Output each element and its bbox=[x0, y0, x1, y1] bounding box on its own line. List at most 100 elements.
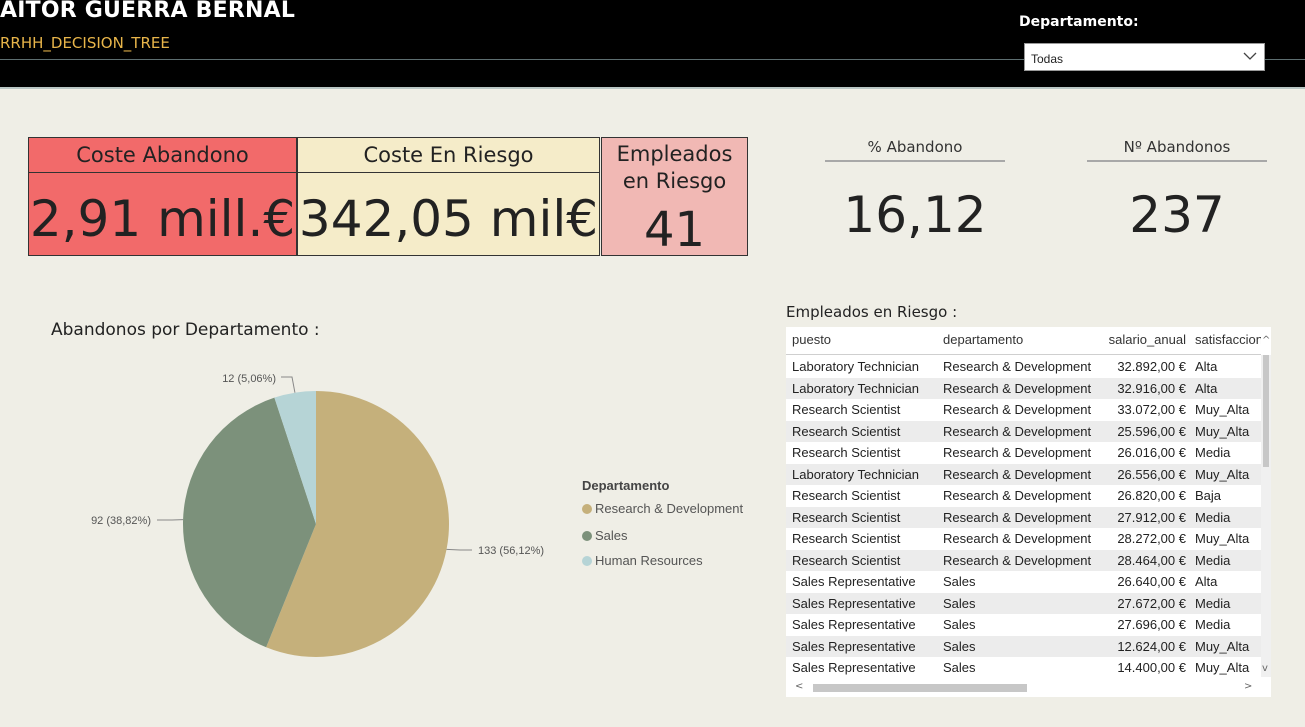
table-row[interactable]: Sales Representative Sales 27.696,00 € Medi… bbox=[786, 614, 1261, 636]
n-abandonos-value: 237 bbox=[1129, 186, 1225, 244]
legend-dot-icon bbox=[582, 503, 592, 514]
table-cell-puesto: Sales Representative bbox=[792, 638, 916, 654]
table-row[interactable]: Research Scientist Research & Development… bbox=[786, 420, 1261, 442]
column-header-salario[interactable]: salario_anual bbox=[1086, 332, 1186, 347]
table-cell-puesto: Laboratory Technician bbox=[792, 359, 919, 374]
pie-data-label: 133 (56,12%) bbox=[478, 545, 544, 557]
table-row[interactable]: Sales Representative Sales 14.400,00 € Muy_… bbox=[786, 657, 1261, 679]
legend-label: Human Resources bbox=[595, 553, 703, 568]
scroll-up-icon[interactable]: ^ bbox=[1262, 335, 1270, 346]
n-abandonos-underline bbox=[1087, 160, 1267, 162]
column-header-departamento[interactable]: departamento bbox=[943, 332, 1103, 347]
table-cell-satisfaccion: Baja bbox=[1195, 488, 1222, 503]
department-filter-value: Todas bbox=[1031, 52, 1064, 66]
abandonos-pie-chart: 133 (56,12%) 92 (38,82%) 12 (5,06%) bbox=[91, 373, 544, 657]
report-subtitle: RRHH_DECISION_TREE bbox=[0, 34, 170, 52]
legend-label: Research & Development bbox=[595, 501, 744, 516]
legend-dot-icon bbox=[582, 530, 592, 541]
empleados-riesgo-label: Empleados en Riesgo bbox=[602, 141, 747, 195]
department-filter-dropdown[interactable]: Todas bbox=[1024, 43, 1265, 71]
table-cell-salario_anual: 32.916,00 € bbox=[1117, 380, 1186, 396]
coste-riesgo-card: Coste En Riesgo 342,05 mil€ bbox=[297, 137, 600, 256]
table-cell-salario_anual: 12.624,00 € bbox=[1117, 638, 1186, 654]
pie-data-label: 92 (38,82%) bbox=[91, 515, 151, 527]
table-row[interactable]: Research Scientist Research & Development… bbox=[786, 528, 1261, 550]
pie-chart-title: Abandonos por Departamento : bbox=[51, 320, 320, 340]
table-cell-satisfaccion: Alta bbox=[1195, 574, 1218, 589]
table-cell-departamento: Research & Development bbox=[943, 359, 1092, 374]
scroll-left-icon[interactable]: < bbox=[795, 681, 803, 692]
table-row[interactable]: Sales Representative Sales 12.624,00 € Muy_… bbox=[786, 635, 1261, 657]
table-row[interactable]: Research Scientist Research & Development… bbox=[786, 399, 1261, 421]
table-cell-satisfaccion: Alta bbox=[1195, 359, 1218, 374]
legend-item[interactable]: Sales bbox=[582, 528, 628, 543]
pie-leader-line bbox=[281, 376, 296, 393]
table-cell-departamento: Research & Development bbox=[943, 445, 1092, 460]
pie-leader-line bbox=[446, 548, 472, 551]
table-cell-puesto: Research Scientist bbox=[792, 402, 901, 417]
table-cell-salario_anual: 28.272,00 € bbox=[1117, 531, 1186, 546]
table-cell-departamento: Sales bbox=[943, 574, 976, 589]
horizontal-scroll-thumb[interactable] bbox=[813, 684, 1027, 692]
column-header-puesto[interactable]: puesto bbox=[792, 332, 942, 347]
table-cell-puesto: Research Scientist bbox=[792, 552, 901, 568]
table-cell-departamento: Research & Development bbox=[943, 402, 1092, 417]
table-row[interactable]: Sales Representative Sales 27.672,00 € Medi… bbox=[786, 592, 1261, 614]
vertical-scrollbar[interactable] bbox=[1261, 355, 1271, 677]
table-cell-satisfaccion: Muy_Alta bbox=[1195, 531, 1250, 546]
table-cell-salario_anual: 26.016,00 € bbox=[1117, 445, 1186, 460]
table-row[interactable]: Research Scientist Research & Development… bbox=[786, 506, 1261, 528]
table-cell-salario_anual: 25.596,00 € bbox=[1117, 423, 1186, 439]
scroll-down-icon[interactable]: v bbox=[1262, 663, 1268, 674]
department-filter-label: Departamento: bbox=[1019, 14, 1139, 30]
pct-abandono-label: % Abandono bbox=[867, 138, 963, 156]
table-cell-salario_anual: 26.820,00 € bbox=[1117, 488, 1186, 503]
table-cell-departamento: Research & Development bbox=[943, 509, 1092, 525]
table-cell-puesto: Sales Representative bbox=[792, 595, 916, 611]
table-cell-salario_anual: 26.640,00 € bbox=[1117, 574, 1186, 589]
table-cell-puesto: Research Scientist bbox=[792, 531, 901, 546]
legend-dot-icon bbox=[582, 555, 592, 566]
risk-employees-table[interactable]: puesto departamento salario_anual satisf… bbox=[786, 327, 1271, 697]
table-cell-salario_anual: 26.556,00 € bbox=[1117, 466, 1186, 482]
empleados-riesgo-label-line2: en Riesgo bbox=[622, 169, 727, 193]
table-cell-salario_anual: 28.464,00 € bbox=[1117, 552, 1186, 568]
table-cell-puesto: Research Scientist bbox=[792, 488, 901, 503]
table-cell-puesto: Sales Representative bbox=[792, 574, 916, 589]
table-cell-puesto: Laboratory Technician bbox=[792, 380, 919, 396]
table-cell-salario_anual: 27.696,00 € bbox=[1117, 617, 1186, 632]
pie-legend-title: Departamento bbox=[582, 478, 670, 493]
table-cell-departamento: Sales bbox=[943, 660, 976, 675]
vertical-scroll-thumb[interactable] bbox=[1263, 355, 1269, 467]
chevron-down-icon bbox=[1243, 52, 1257, 60]
table-cell-satisfaccion: Media bbox=[1195, 552, 1231, 568]
report-title: AITOR GUERRA BERNAL bbox=[0, 0, 296, 23]
column-header-satisfaccion[interactable]: satisfaccion bbox=[1195, 332, 1261, 347]
table-cell-departamento: Research & Development bbox=[943, 466, 1092, 482]
table-row[interactable]: Sales Representative Sales 26.640,00 € Alta bbox=[786, 571, 1261, 593]
table-cell-satisfaccion: Muy_Alta bbox=[1195, 660, 1250, 675]
legend-item[interactable]: Research & Development bbox=[582, 501, 743, 516]
table-cell-departamento: Research & Development bbox=[943, 380, 1092, 396]
table-header: puesto departamento salario_anual satisf… bbox=[786, 327, 1261, 355]
table-cell-departamento: Research & Development bbox=[943, 531, 1092, 546]
table-cell-satisfaccion: Muy_Alta bbox=[1195, 402, 1250, 417]
scroll-right-icon[interactable]: > bbox=[1244, 681, 1252, 692]
table-cell-satisfaccion: Muy_Alta bbox=[1195, 466, 1250, 482]
table-row[interactable]: Laboratory Technician Research & Developm… bbox=[786, 463, 1261, 485]
table-row[interactable]: Research Scientist Research & Development… bbox=[786, 549, 1261, 571]
n-abandonos-label: Nº Abandonos bbox=[1123, 138, 1231, 156]
empleados-riesgo-value: 41 bbox=[643, 202, 706, 258]
table-cell-salario_anual: 27.672,00 € bbox=[1117, 595, 1186, 611]
table-row[interactable]: Research Scientist Research & Development… bbox=[786, 442, 1261, 464]
header-bottom-border bbox=[0, 87, 1305, 89]
table-row[interactable]: Laboratory Technician Research & Developm… bbox=[786, 356, 1261, 378]
horizontal-scrollbar[interactable]: < > bbox=[786, 679, 1261, 697]
table-row[interactable]: Research Scientist Research & Development… bbox=[786, 485, 1261, 507]
pct-abandono-underline bbox=[825, 160, 1005, 162]
coste-abandono-label: Coste Abandono bbox=[29, 138, 296, 173]
table-cell-satisfaccion: Media bbox=[1195, 617, 1231, 632]
table-row[interactable]: Laboratory Technician Research & Developm… bbox=[786, 377, 1261, 399]
table-cell-puesto: Laboratory Technician bbox=[792, 466, 919, 482]
legend-item[interactable]: Human Resources bbox=[582, 553, 703, 568]
